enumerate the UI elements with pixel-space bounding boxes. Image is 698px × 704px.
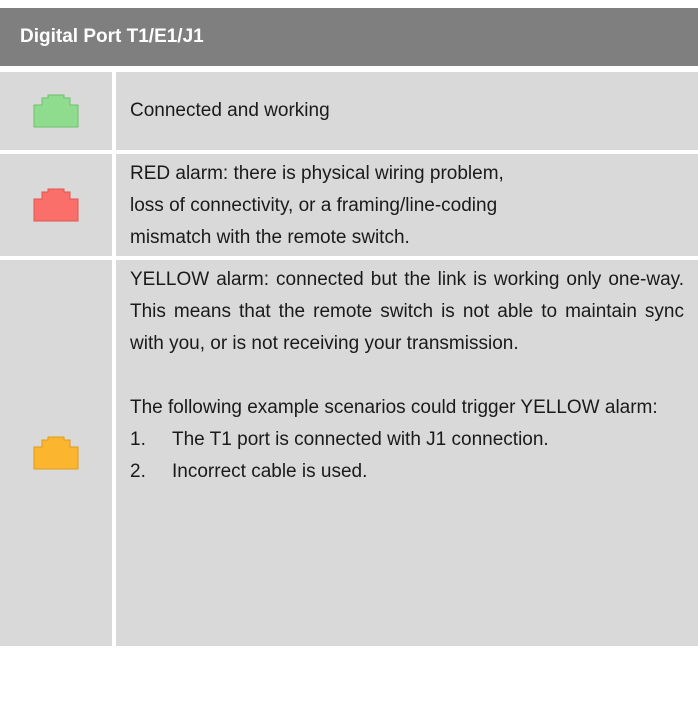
red-alarm-line-2: loss of connectivity, or a framing/line-…	[130, 195, 498, 216]
table-row-red-alarm: RED alarm: there is physical wiring prob…	[0, 154, 698, 260]
red-alarm-line-3: mismatch with the remote switch.	[130, 227, 410, 248]
green-port-icon	[33, 94, 79, 128]
port-status-table: Digital Port T1/E1/J1 Connected and work…	[0, 8, 698, 646]
row-description: YELLOW alarm: connected but the link is …	[116, 260, 698, 646]
icon-cell	[0, 72, 116, 150]
table-title: Digital Port T1/E1/J1	[20, 26, 204, 47]
row-description: Connected and working	[116, 72, 698, 150]
icon-cell	[0, 154, 116, 256]
scenario-list: 1. The T1 port is connected with J1 conn…	[130, 424, 684, 488]
table-row-connected: Connected and working	[0, 72, 698, 154]
scenario-text: The T1 port is connected with J1 connect…	[172, 429, 549, 450]
scenarios-intro: The following example scenarios could tr…	[130, 397, 658, 418]
list-number: 1.	[130, 429, 146, 450]
yellow-port-icon	[33, 436, 79, 470]
scenario-text: Incorrect cable is used.	[172, 461, 368, 482]
table-row-yellow-alarm: YELLOW alarm: connected but the link is …	[0, 260, 698, 646]
row-description: RED alarm: there is physical wiring prob…	[116, 154, 698, 256]
icon-cell	[0, 260, 116, 646]
connected-text: Connected and working	[130, 100, 330, 121]
table-header: Digital Port T1/E1/J1	[0, 8, 698, 66]
list-item: 1. The T1 port is connected with J1 conn…	[130, 424, 684, 456]
yellow-alarm-description: YELLOW alarm: connected but the link is …	[130, 269, 684, 354]
list-item: 2. Incorrect cable is used.	[130, 456, 684, 488]
red-port-icon	[33, 188, 79, 222]
red-alarm-line-1: RED alarm: there is physical wiring prob…	[130, 163, 504, 184]
list-number: 2.	[130, 461, 146, 482]
